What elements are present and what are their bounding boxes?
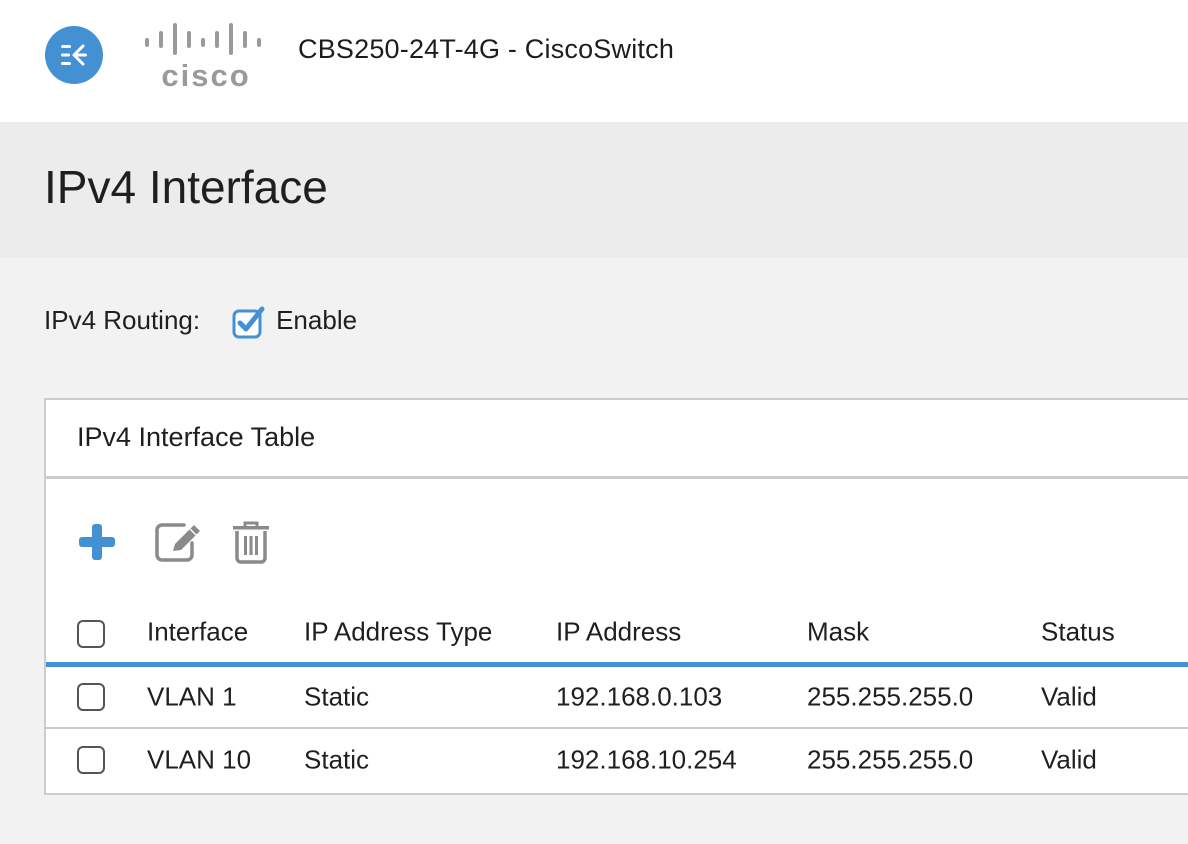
select-all-checkbox[interactable] bbox=[77, 620, 105, 648]
panel-header: IPv4 Interface Table bbox=[46, 400, 1188, 479]
app-title: CBS250-24T-4G - CiscoSwitch bbox=[298, 34, 675, 64]
cell-status: Valid bbox=[1041, 744, 1097, 775]
table-header-row: Interface IP Address Type IP Address Mas… bbox=[46, 600, 1188, 667]
panel-title: IPv4 Interface Table bbox=[77, 422, 316, 452]
add-button[interactable] bbox=[76, 521, 118, 563]
cell-ip-address-type: Static bbox=[304, 744, 370, 775]
table-row[interactable]: VLAN 1 Static 192.168.0.103 255.255.255.… bbox=[46, 667, 1188, 729]
delete-button[interactable] bbox=[232, 520, 270, 564]
cell-mask: 255.255.255.0 bbox=[807, 744, 974, 775]
table-row[interactable]: VLAN 10 Static 192.168.10.254 255.255.25… bbox=[46, 729, 1188, 791]
column-header-status[interactable]: Status bbox=[1041, 617, 1115, 648]
plus-icon bbox=[79, 524, 115, 560]
edit-icon bbox=[155, 523, 200, 562]
ipv4-routing-label: IPv4 Routing: bbox=[44, 304, 201, 335]
ipv4-interface-table: Interface IP Address Type IP Address Mas… bbox=[46, 600, 1188, 791]
svg-text:cisco: cisco bbox=[161, 58, 250, 90]
cell-ip-address: 192.168.10.254 bbox=[556, 744, 737, 775]
edit-button[interactable] bbox=[154, 521, 204, 563]
row-select-checkbox[interactable] bbox=[77, 683, 105, 711]
trash-icon bbox=[233, 521, 269, 564]
cell-ip-address: 192.168.0.103 bbox=[556, 681, 723, 712]
ipv4-routing-enable-label: Enable bbox=[276, 304, 358, 335]
row-select-checkbox[interactable] bbox=[77, 746, 105, 774]
cell-status: Valid bbox=[1041, 681, 1097, 712]
ipv4-routing-enable-checkbox[interactable] bbox=[232, 305, 265, 339]
cell-ip-address-type: Static bbox=[304, 681, 370, 712]
cell-mask: 255.255.255.0 bbox=[807, 681, 974, 712]
cell-interface: VLAN 1 bbox=[147, 681, 237, 712]
checkbox-checked-icon bbox=[232, 306, 265, 339]
column-header-interface[interactable]: Interface bbox=[147, 617, 248, 648]
column-header-ip-address-type[interactable]: IP Address Type bbox=[304, 617, 492, 648]
ipv4-interface-table-panel: IPv4 Interface Table Interface IP Addres… bbox=[44, 398, 1188, 795]
column-header-mask[interactable]: Mask bbox=[807, 617, 869, 648]
column-header-ip-address[interactable]: IP Address bbox=[556, 617, 681, 648]
ipv4-routing-row: IPv4 Routing: Enable bbox=[44, 302, 358, 339]
cell-interface: VLAN 10 bbox=[147, 744, 252, 775]
cisco-logo: cisco bbox=[145, 23, 261, 90]
top-header: cisco CBS250-24T-4G - CiscoSwitch bbox=[0, 0, 1188, 122]
table-toolbar bbox=[76, 518, 270, 566]
page-title: IPv4 Interface bbox=[44, 161, 328, 213]
nav-toggle-button[interactable] bbox=[45, 26, 103, 84]
collapse-menu-icon bbox=[61, 44, 87, 66]
